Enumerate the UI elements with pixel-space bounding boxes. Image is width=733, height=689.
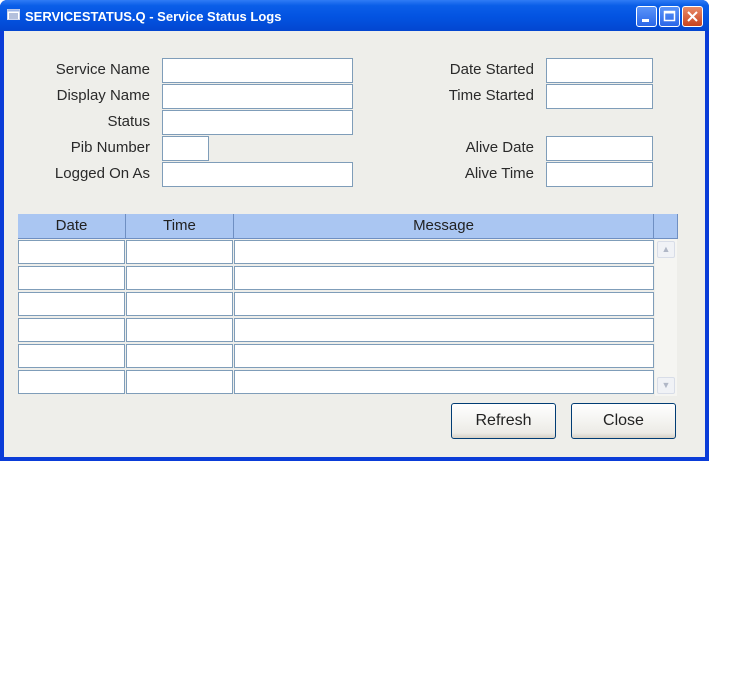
alive-time-label: Alive Time [464, 165, 534, 182]
column-header-time[interactable]: Time [126, 214, 234, 239]
logged-on-as-field[interactable] [162, 162, 353, 187]
message-cell[interactable] [234, 370, 654, 394]
maximize-button[interactable] [659, 6, 680, 27]
message-cell[interactable] [234, 344, 654, 368]
date-cell[interactable] [18, 240, 125, 264]
date-cell[interactable] [18, 292, 125, 316]
window-title: SERVICESTATUS.Q - Service Status Logs [25, 9, 282, 24]
time-cell[interactable] [126, 240, 233, 264]
time-cell[interactable] [126, 370, 233, 394]
close-icon [687, 11, 698, 22]
close-button[interactable]: Close [571, 403, 676, 439]
status-label: Status [107, 113, 150, 130]
status-log-grid[interactable]: Date Time Message ▲ ▼ [18, 214, 678, 396]
alive-date-label: Alive Date [465, 139, 534, 156]
date-started-field[interactable] [546, 58, 653, 83]
date-started-label: Date Started [449, 61, 534, 78]
time-cell[interactable] [126, 318, 233, 342]
refresh-button[interactable]: Refresh [451, 403, 556, 439]
service-name-label: Service Name [55, 61, 150, 78]
time-cell[interactable] [126, 344, 233, 368]
title-bar[interactable]: SERVICESTATUS.Q - Service Status Logs [0, 0, 709, 31]
time-cell[interactable] [126, 292, 233, 316]
column-header-message[interactable]: Message [234, 214, 654, 239]
pib-number-field[interactable] [162, 136, 209, 161]
chevron-up-icon: ▲ [661, 244, 671, 254]
message-cell[interactable] [234, 318, 654, 342]
column-header-spacer [654, 214, 678, 239]
minimize-icon [642, 19, 649, 22]
alive-date-field[interactable] [546, 136, 653, 161]
minimize-button[interactable] [636, 6, 657, 27]
service-status-window: SERVICESTATUS.Q - Service Status Logs Se… [0, 0, 709, 461]
column-header-date[interactable]: Date [18, 214, 126, 239]
time-cell[interactable] [126, 266, 233, 290]
chevron-down-icon: ▼ [661, 380, 671, 390]
logged-on-as-label: Logged On As [54, 165, 150, 182]
scroll-down-button[interactable]: ▼ [657, 377, 675, 394]
date-cell[interactable] [18, 266, 125, 290]
date-cell[interactable] [18, 318, 125, 342]
status-field[interactable] [162, 110, 353, 135]
vertical-scrollbar[interactable]: ▲ ▼ [655, 239, 677, 396]
scroll-up-button[interactable]: ▲ [657, 241, 675, 258]
message-cell[interactable] [234, 266, 654, 290]
display-name-field[interactable] [162, 84, 353, 109]
dialog-body: Service Name Display Name Status Pib Num… [4, 31, 705, 457]
time-started-label: Time Started [448, 87, 534, 104]
date-cell[interactable] [18, 344, 125, 368]
date-cell[interactable] [18, 370, 125, 394]
service-name-field[interactable] [162, 58, 353, 83]
maximize-icon [663, 10, 676, 22]
pib-number-label: Pib Number [70, 139, 150, 156]
time-started-field[interactable] [546, 84, 653, 109]
message-cell[interactable] [234, 292, 654, 316]
message-cell[interactable] [234, 240, 654, 264]
close-window-button[interactable] [682, 6, 703, 27]
app-window-icon [7, 9, 20, 20]
alive-time-field[interactable] [546, 162, 653, 187]
display-name-label: Display Name [56, 87, 150, 104]
